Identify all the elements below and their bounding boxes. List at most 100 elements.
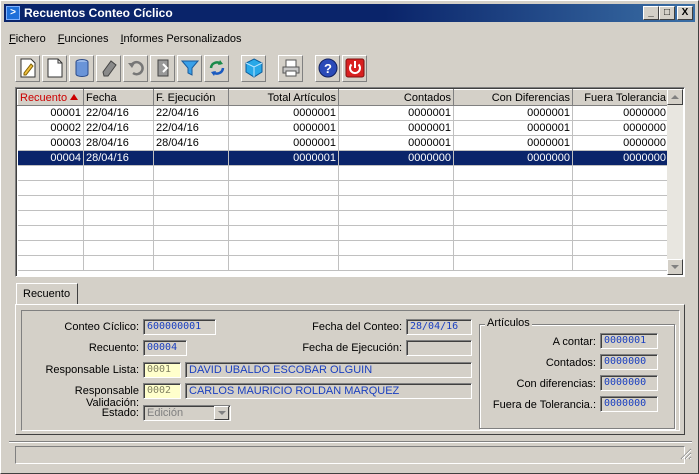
con-diferencias-field[interactable]: 0000000 [600,375,658,391]
cell-fecha: 28/04/16 [83,150,154,166]
contados-field[interactable]: 0000000 [600,354,658,370]
cell-total-articulos: 0000001 [228,150,339,166]
fuera-tolerancia-label: Fuera de Tolerancia.: [492,399,596,411]
cell-total-articulos: 0000001 [228,120,339,136]
cell-con-diferencias: 0000001 [453,105,573,121]
a-contar-field[interactable]: 0000001 [600,333,658,349]
cell-fecha: 28/04/16 [83,135,154,151]
print-icon [282,59,299,77]
main-window: > Recuentos Conteo Cíclico _ □ X Fichero… [0,0,699,474]
responsable-validacion-name-field[interactable]: CARLOS MAURICIO ROLDAN MARQUEZ [185,383,472,399]
articulos-group-title: Artículos [485,317,532,329]
blank-page-button[interactable] [42,54,67,82]
cell-fuera-tolerancia: 0000000 [572,150,669,166]
separator [9,441,692,443]
column-header-fecha[interactable]: Fecha [83,89,154,106]
responsable-lista-label: Responsable Lista: [45,364,139,376]
close-button[interactable]: X [677,6,693,20]
filter-icon [180,60,199,76]
cell-recuento: 00004 [17,150,84,166]
new-record-button[interactable] [15,54,40,82]
refresh-button[interactable] [204,54,229,82]
cell-con-diferencias: 0000001 [453,120,573,136]
column-header-con-diferencias[interactable]: Con Diferencias [453,89,573,106]
cell-f-ejecucion: 22/04/16 [153,120,229,136]
title-bar[interactable]: > Recuentos Conteo Cíclico _ □ X [4,4,695,22]
resize-grip-icon[interactable] [680,448,692,460]
cell-fecha: 22/04/16 [83,105,154,121]
empty-row [17,210,669,226]
table-row-selected[interactable]: 00004 28/04/16 0000001 0000000 0000000 0… [17,150,669,166]
scroll-up-button[interactable] [667,89,683,105]
status-bar [15,446,685,464]
toolbar: ? [15,53,369,83]
column-header-total-articulos[interactable]: Total Artículos [228,89,339,106]
recuento-label: Recuento: [88,342,139,354]
table-row[interactable]: 00002 22/04/16 22/04/16 0000001 0000001 … [17,120,669,136]
cell-contados: 0000001 [338,120,454,136]
recuento-field[interactable]: 00004 [143,340,187,356]
maximize-button[interactable]: □ [659,6,675,20]
arrow-down-icon [671,265,679,269]
menu-bar: Fichero Funciones Informes Personalizado… [9,33,242,49]
svg-text:?: ? [324,61,332,76]
power-button[interactable] [342,54,367,82]
cell-fuera-tolerancia: 0000000 [572,105,669,121]
table-row[interactable]: 00003 28/04/16 28/04/16 0000001 0000001 … [17,135,669,151]
refresh-icon [209,60,224,76]
con-diferencias-label: Con diferencias: [516,378,597,390]
eraser-button[interactable] [96,54,121,82]
responsable-lista-name-field[interactable]: DAVID UBALDO ESCOBAR OLGUIN [185,362,472,378]
menu-fichero[interactable]: Fichero [9,33,46,49]
exit-button[interactable] [150,54,175,82]
fecha-ejecucion-field[interactable] [406,340,472,356]
contados-label: Contados: [545,357,596,369]
a-contar-label: A contar: [552,336,596,348]
column-header-contados[interactable]: Contados [338,89,454,106]
eraser-icon [101,60,117,77]
column-header-recuento[interactable]: Recuento [17,89,84,106]
column-header-fuera-tolerancia[interactable]: Fuera Tolerancia [572,89,669,106]
cell-fuera-tolerancia: 0000000 [572,120,669,136]
filter-button[interactable] [177,54,202,82]
undo-button[interactable] [123,54,148,82]
exit-icon [157,59,168,77]
fecha-conteo-field[interactable]: 28/04/16 [406,319,472,335]
responsable-lista-code-field[interactable]: 0001 [143,362,181,378]
undo-icon [127,60,144,76]
cell-recuento: 00002 [17,120,84,136]
cell-total-articulos: 0000001 [228,135,339,151]
cell-total-articulos: 0000001 [228,105,339,121]
cube-button[interactable] [241,54,266,82]
tab-recuento[interactable]: Recuento [16,283,78,305]
minimize-button[interactable]: _ [643,6,659,20]
vertical-scrollbar[interactable] [667,89,683,275]
responsable-validacion-code-field[interactable]: 0002 [143,383,181,399]
cell-contados: 0000000 [338,150,454,166]
menu-funciones[interactable]: Funciones [58,33,109,49]
database-button[interactable] [69,54,94,82]
fuera-tolerancia-field[interactable]: 0000000 [600,396,658,412]
column-header-f-ejecucion[interactable]: F. Ejecución [153,89,229,106]
cell-recuento: 00001 [17,105,84,121]
help-icon: ? [318,58,337,78]
estado-dropdown-button[interactable] [214,406,229,420]
menu-informes-personalizados[interactable]: Informes Personalizados [120,33,241,49]
cell-fecha: 22/04/16 [83,120,154,136]
cell-recuento: 00003 [17,135,84,151]
cell-fuera-tolerancia: 0000000 [572,135,669,151]
table-row[interactable]: 00001 22/04/16 22/04/16 0000001 0000001 … [17,105,669,121]
empty-row [17,255,669,271]
print-button[interactable] [278,54,303,82]
help-button[interactable]: ? [315,54,340,82]
recuentos-table: Recuento Fecha F. Ejecución Total Artícu… [17,89,669,271]
new-record-icon [20,58,35,78]
fecha-ejecucion-label: Fecha de Ejecución: [302,342,402,354]
sort-ascending-icon [70,93,79,100]
arrow-up-icon [671,95,679,99]
scroll-down-button[interactable] [667,259,683,275]
fecha-conteo-label: Fecha del Conteo: [312,321,402,333]
app-icon: > [6,6,20,20]
conteo-ciclico-field[interactable]: 600000001 [143,319,216,335]
empty-row [17,240,669,256]
